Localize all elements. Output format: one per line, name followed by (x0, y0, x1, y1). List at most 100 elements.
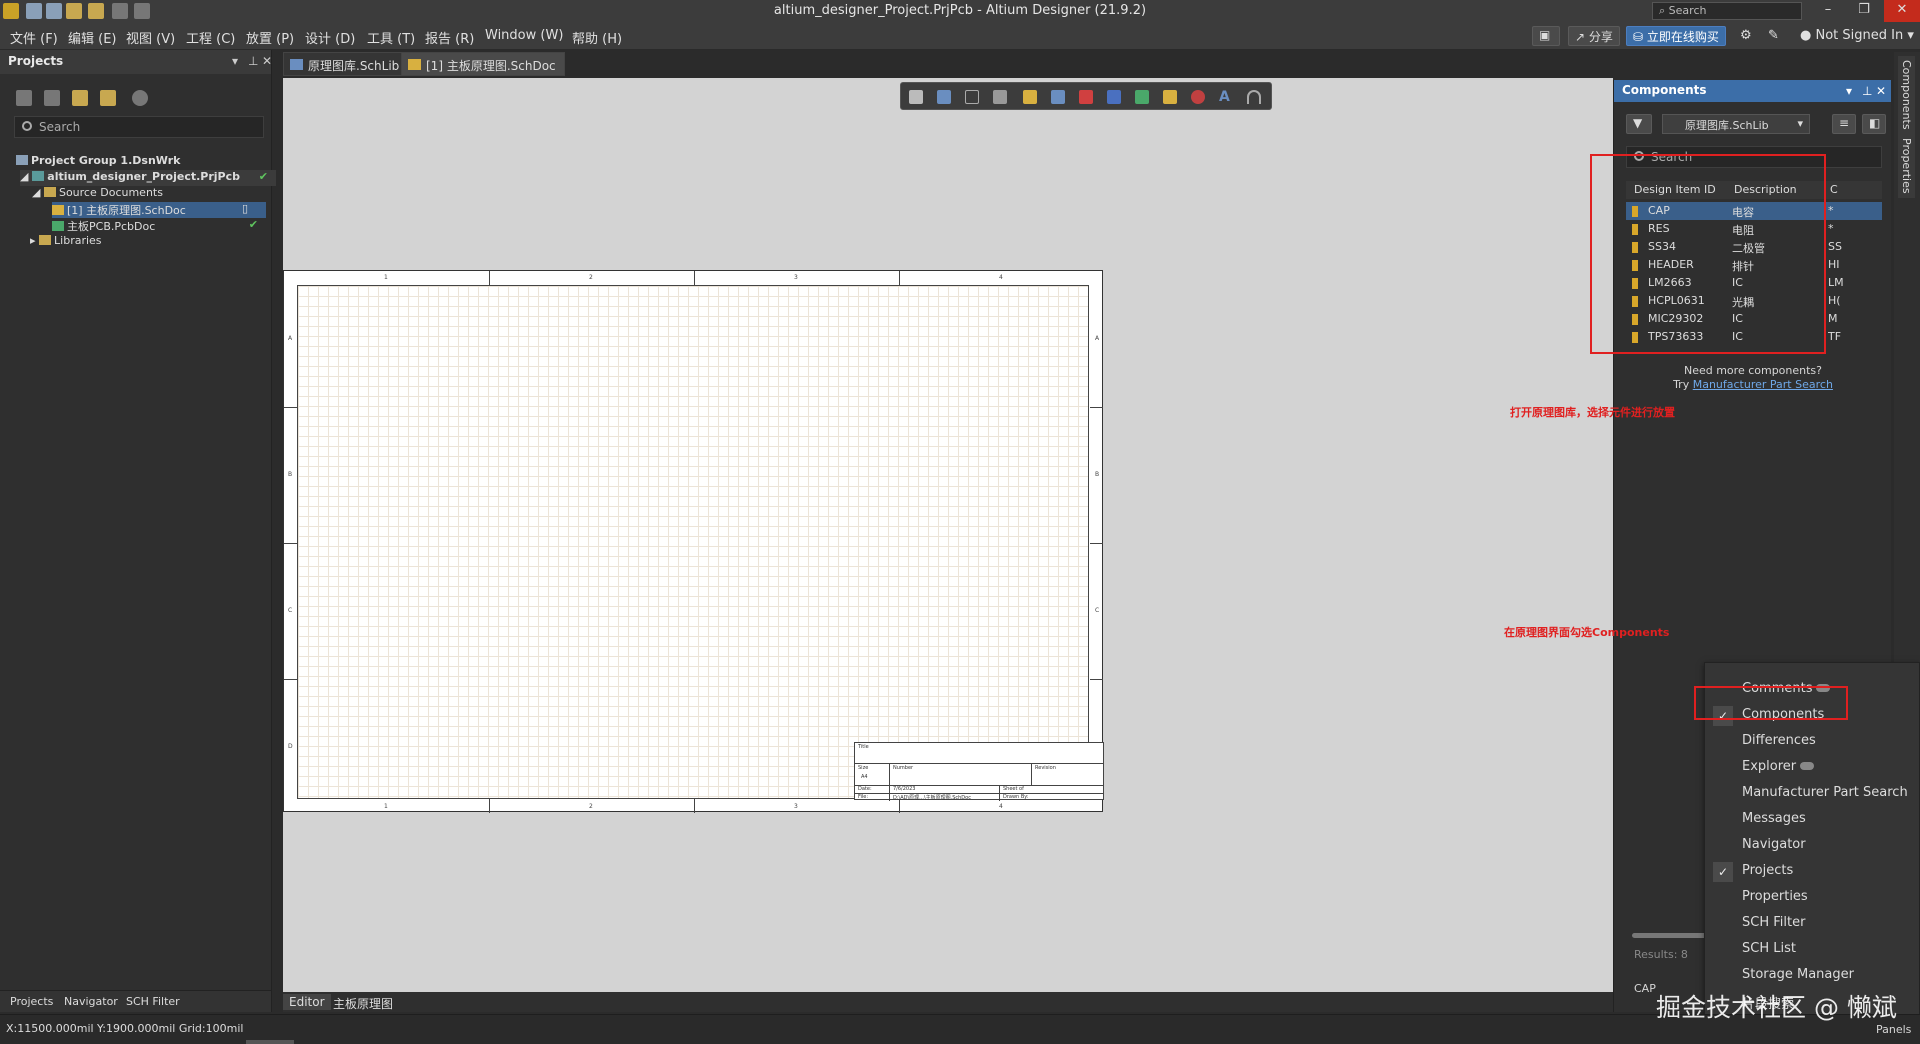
select-rect-icon[interactable] (965, 90, 979, 104)
close-icon[interactable]: ✕ (1876, 84, 1886, 98)
bus-icon[interactable] (1107, 90, 1121, 104)
tab-projects[interactable]: Projects (10, 995, 53, 1008)
net-label-icon[interactable] (1163, 90, 1177, 104)
menu-reports[interactable]: 报告 (R) (425, 28, 474, 47)
pcb-doc-icon (52, 221, 64, 231)
collapse-arrow-icon[interactable]: ▸ (30, 234, 39, 247)
schematic-canvas[interactable]: 1 2 3 4 1 2 3 4 A B C D A B C D Title Si… (283, 78, 1613, 992)
expand-arrow-icon[interactable]: ◢ (32, 186, 44, 199)
panels-menu-item[interactable]: Properties (1705, 885, 1919, 911)
horizontal-scrollbar[interactable] (1632, 933, 1712, 938)
zone-divider (489, 271, 490, 285)
power-port-icon[interactable] (1079, 90, 1093, 104)
projects-panel: Projects ▾ ⊥ ✕ Search Project Group 1.Ds… (0, 50, 276, 1012)
title-block: Title Size A4 Number Revision Date: 7/6/… (854, 742, 1104, 801)
tab-sch-filter[interactable]: SCH Filter (126, 995, 180, 1008)
zone-divider (1090, 679, 1103, 680)
global-search-input[interactable]: ⌕ Search (1652, 2, 1802, 20)
tab-schdoc[interactable]: [1] 主板原理图.SchDoc (401, 52, 565, 76)
panels-menu-item[interactable]: ✓ Projects (1705, 859, 1919, 885)
menu-project[interactable]: 工程 (C) (186, 28, 235, 47)
text-icon[interactable]: A (1219, 90, 1233, 104)
tree-item-project-group[interactable]: Project Group 1.DsnWrk (16, 154, 272, 170)
close-icon[interactable]: ✕ (262, 54, 272, 68)
panel-menu-icon[interactable]: ▾ (232, 54, 238, 68)
notifications-icon[interactable]: ✎ (1768, 28, 1779, 43)
place-part-icon[interactable] (1023, 90, 1037, 104)
arc-icon[interactable] (1247, 90, 1261, 104)
panels-menu-item[interactable]: Differences (1705, 729, 1919, 755)
share-icon: ↗ (1575, 30, 1589, 44)
panels-menu-item[interactable]: Explorer (1705, 755, 1919, 781)
save-project-icon[interactable] (16, 90, 32, 106)
align-icon[interactable] (993, 90, 1007, 104)
user-label: Not Signed In (1815, 28, 1904, 43)
panel-menu-icon[interactable]: ▾ (1846, 84, 1852, 98)
column-c[interactable]: C (1826, 181, 1882, 199)
share-button[interactable]: ↗ 分享 (1568, 26, 1620, 46)
panels-menu-item[interactable]: Navigator (1705, 833, 1919, 859)
filter-icon: ▼ (1633, 116, 1643, 130)
panels-menu-item[interactable]: Messages (1705, 807, 1919, 833)
minimize-button[interactable]: – (1810, 0, 1846, 22)
place-wire-icon[interactable] (1051, 90, 1065, 104)
menu-place[interactable]: 放置 (P) (246, 28, 294, 47)
menu-edit[interactable]: 编辑 (E) (68, 28, 117, 47)
menu-help[interactable]: 帮助 (H) (572, 28, 622, 47)
panels-menu-item[interactable]: Storage Manager (1705, 963, 1919, 989)
move-cross-icon[interactable] (937, 90, 951, 104)
filter-button[interactable]: ▼ (1626, 114, 1652, 134)
maximize-button[interactable]: ❐ (1846, 0, 1882, 22)
panels-menu-item-label: SCH List (1742, 941, 1796, 956)
tree-item-libraries[interactable]: ▸ Libraries (30, 234, 286, 250)
menu-tools[interactable]: 工具 (T) (367, 28, 415, 47)
library-select[interactable]: 原理图库.SchLib ▾ (1662, 114, 1810, 134)
expand-arrow-icon[interactable]: ◢ (20, 170, 32, 183)
tab-document[interactable]: 主板原理图 (327, 994, 399, 1013)
menu-design[interactable]: 设计 (D) (305, 28, 355, 47)
sheet-grid[interactable]: Title Size A4 Number Revision Date: 7/6/… (297, 285, 1104, 801)
toggle-details-button[interactable]: ◧ (1862, 114, 1886, 134)
filter-icon[interactable] (909, 90, 923, 104)
panels-menu-item[interactable]: Manufacturer Part Search (1705, 781, 1919, 807)
schlib-icon (290, 59, 303, 70)
harness-icon[interactable] (1135, 90, 1149, 104)
schematic-sheet[interactable]: 1 2 3 4 1 2 3 4 A B C D A B C D Title Si… (283, 270, 1104, 813)
folder-open-icon[interactable] (72, 90, 88, 106)
user-account-menu[interactable]: ● Not Signed In ▾ (1800, 28, 1914, 43)
compile-icon[interactable] (44, 90, 60, 106)
menu-view[interactable]: 视图 (V) (126, 28, 175, 47)
tree-item-pcbdoc[interactable]: 主板PCB.PcbDoc ✔ (52, 218, 266, 234)
panels-menu-item[interactable]: SCH Filter (1705, 911, 1919, 937)
feedback-button[interactable]: ▣ (1532, 26, 1560, 46)
library-name: 原理图库.SchLib (1685, 119, 1769, 132)
side-tab-properties[interactable]: Properties (1898, 134, 1915, 198)
folder-close-icon[interactable] (100, 90, 116, 106)
settings-gear-icon[interactable]: ⚙ (1740, 28, 1752, 43)
zone-divider (694, 799, 695, 813)
tree-item-project[interactable]: ◢ altium_designer_Project.PrjPcb ✔ (20, 170, 276, 186)
close-window-button[interactable]: ✕ (1884, 0, 1920, 22)
buy-online-button[interactable]: ⛁ 立即在线购买 (1626, 26, 1726, 46)
tree-item-schdoc[interactable]: [1] 主板原理图.SchDoc ▯ (52, 202, 266, 218)
list-menu-button[interactable]: ≡ (1832, 114, 1856, 134)
pin-icon[interactable]: ⊥ (248, 54, 258, 68)
panels-button[interactable]: Panels (1876, 1023, 1911, 1036)
no-erc-icon[interactable] (1191, 90, 1205, 104)
tree-item-source-documents[interactable]: ◢ Source Documents (32, 186, 288, 202)
projects-search-input[interactable]: Search (14, 116, 264, 138)
gear-icon[interactable] (132, 90, 148, 106)
workspace-icon (16, 155, 28, 165)
panels-menu-item-label: SCH Filter (1742, 915, 1806, 930)
side-tab-components[interactable]: Components (1898, 56, 1915, 134)
tab-schlib[interactable]: 原理图库.SchLib (283, 52, 409, 76)
manufacturer-part-search-link[interactable]: Manufacturer Part Search (1693, 378, 1833, 391)
tab-navigator[interactable]: Navigator (64, 995, 118, 1008)
chat-icon: ▣ (1539, 28, 1551, 42)
menu-file[interactable]: 文件 (F) (10, 28, 58, 47)
tab-editor[interactable]: Editor (283, 994, 331, 1010)
menu-window[interactable]: Window (W) (485, 28, 563, 43)
tree-item-label: 主板PCB.PcbDoc (67, 220, 156, 233)
pin-icon[interactable]: ⊥ (1862, 84, 1872, 98)
panels-menu-item[interactable]: SCH List (1705, 937, 1919, 963)
